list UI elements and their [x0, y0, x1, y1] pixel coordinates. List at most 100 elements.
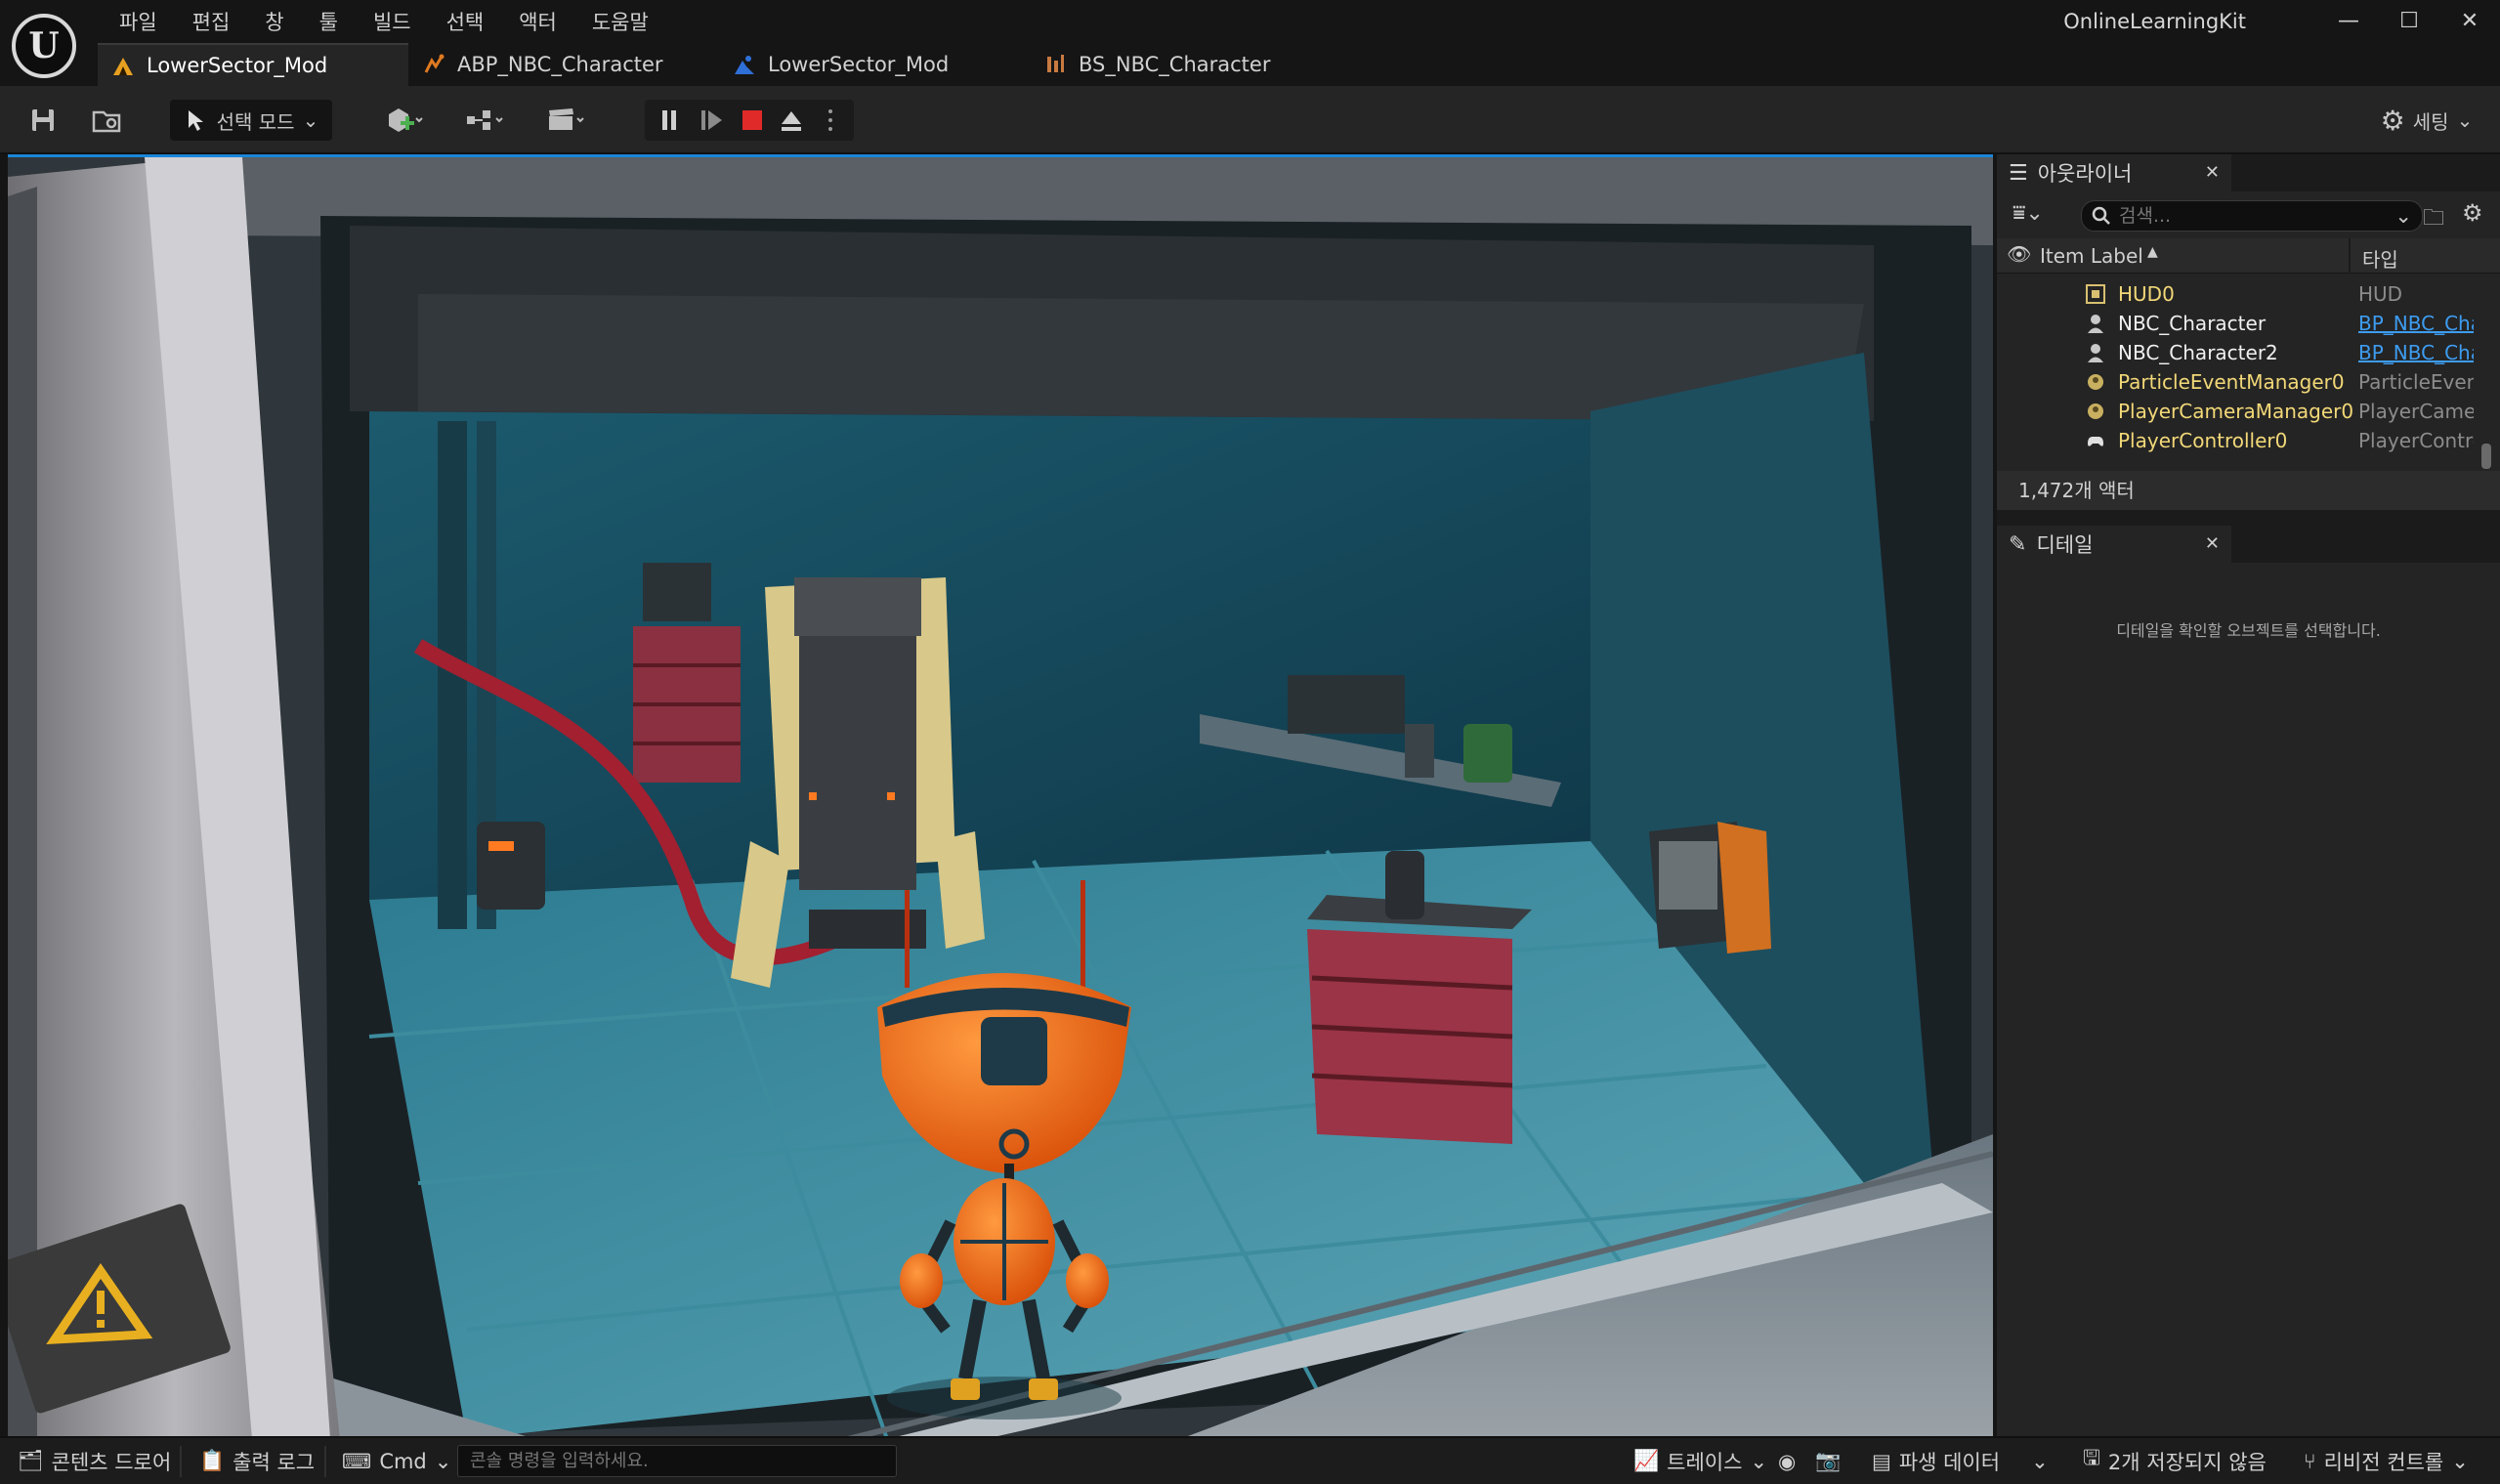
stop-icon[interactable] [742, 110, 762, 130]
content-drawer-button[interactable]: 🗂 콘텐츠 드로어 [18, 1438, 171, 1484]
cinematics-button[interactable] [535, 100, 596, 141]
row-type: HUD [2358, 282, 2403, 306]
outliner-row[interactable]: NBC_Character BP_NBC_Cha [1997, 309, 2500, 338]
close-window-button[interactable]: ✕ [2439, 0, 2500, 43]
trace-dropdown[interactable]: 📈 트레이스 ⌄ [1633, 1438, 1767, 1484]
save-icon [32, 109, 54, 131]
gear-icon[interactable]: ⚙ [2462, 199, 2483, 227]
tab-label: LowerSector_Mod [147, 54, 328, 77]
pawn-icon [2088, 344, 2103, 362]
tab-lowersector-sequence[interactable]: LowerSector_Mod [719, 43, 1030, 86]
item-label-column[interactable]: Item Label [2040, 244, 2143, 268]
frame-skip-icon[interactable] [701, 110, 722, 130]
menu-select[interactable]: 선택 [429, 6, 502, 39]
screenshot-button[interactable]: 📷 [1815, 1438, 1841, 1484]
outliner-tab[interactable]: ☰ 아웃라이너 ✕ [1997, 154, 2231, 191]
chevron-down-icon: ⌄ [1750, 1449, 1768, 1473]
minimize-button[interactable]: — [2318, 0, 2379, 43]
add-folder-icon[interactable]: 🗀 [2423, 201, 2444, 238]
save-button[interactable] [23, 100, 63, 141]
unreal-logo-icon[interactable]: U [12, 14, 76, 78]
maximize-button[interactable]: ☐ [2379, 0, 2439, 43]
tab-label: LowerSector_Mod [768, 53, 950, 76]
add-actor-button[interactable] [375, 100, 434, 141]
record-button[interactable]: ◉ [1778, 1438, 1796, 1484]
outliner-filter-row: ⩸⌄ ⌄ 🗀 ⚙ [1997, 191, 2500, 238]
right-panel-column: ☰ 아웃라이너 ✕ ⩸⌄ ⌄ 🗀 ⚙ 👁 Item Label ▲ 타입 [1997, 154, 2500, 1436]
document-tabs: LowerSector_Mod ABP_NBC_Character LowerS… [98, 43, 1340, 86]
actor-count: 1,472개 액터 [1997, 471, 2500, 510]
settings-button[interactable]: ⚙ 세팅 ⌄ [2373, 100, 2480, 141]
search-icon [2092, 206, 2110, 225]
menu-tools[interactable]: 툴 [302, 6, 356, 39]
chevron-down-icon[interactable]: ⌄ [2394, 204, 2412, 228]
menu-file[interactable]: 파일 [102, 6, 175, 39]
viewport-scene [8, 157, 1993, 1436]
divider [324, 1446, 326, 1477]
tab-lowersector-level[interactable]: LowerSector_Mod [98, 43, 408, 86]
outliner-row[interactable]: ParticleEventManager0 ParticleEvent [1997, 367, 2500, 397]
pawn-icon [2088, 315, 2103, 333]
unsaved-assets-button[interactable]: 🖫 2개 저장되지 않음 [2083, 1438, 2267, 1484]
pause-icon[interactable] [662, 110, 676, 130]
revision-control-label: 리비전 컨트롤 [2323, 1450, 2444, 1474]
menu-build[interactable]: 빌드 [356, 6, 429, 39]
revision-control-dropdown[interactable]: ⑂ 리비전 컨트롤 ⌄ [2304, 1438, 2469, 1484]
outliner-row[interactable]: NBC_Character2 BP_NBC_Cha [1997, 338, 2500, 367]
unsaved-icon: 🖫 [2083, 1446, 2100, 1469]
outliner-search-input[interactable] [2119, 205, 2373, 227]
pencil-icon: ✎ [2009, 531, 2027, 557]
main-menu: 파일 편집 창 툴 빌드 선택 액터 도움말 [102, 6, 666, 39]
content-drawer-label: 콘텐츠 드로어 [51, 1450, 172, 1474]
tab-bs-nbc-character[interactable]: BS_NBC_Character [1030, 43, 1340, 86]
trace-label: 트레이스 [1667, 1450, 1743, 1474]
divider [180, 1446, 182, 1477]
selection-mode-label: 선택 모드 [216, 109, 295, 134]
outliner-row[interactable]: PlayerCameraManager0 PlayerCamera [1997, 397, 2500, 426]
cmd-label: Cmd [379, 1449, 427, 1473]
row-type-link[interactable]: BP_NBC_Cha [2358, 312, 2474, 335]
console-command-input[interactable] [457, 1445, 897, 1477]
details-tab[interactable]: ✎ 디테일 ✕ [1997, 526, 2231, 563]
tab-abp-nbc-character[interactable]: ABP_NBC_Character [408, 43, 719, 86]
outliner-icon: ☰ [2009, 160, 2028, 186]
close-icon[interactable]: ✕ [2205, 526, 2220, 563]
menu-help[interactable]: 도움말 [574, 6, 666, 39]
outliner-panel: ⩸⌄ ⌄ 🗀 ⚙ 👁 Item Label ▲ 타입 HUD0 HUD [1997, 191, 2500, 510]
chevron-down-icon: ⌄ [434, 1449, 452, 1473]
column-divider[interactable] [2349, 238, 2351, 274]
record-icon: ◉ [1778, 1449, 1797, 1473]
folder-search-icon [92, 110, 121, 133]
unsaved-label: 2개 저장되지 않음 [2107, 1450, 2267, 1474]
cmd-dropdown[interactable]: ⌨ Cmd ⌄ [342, 1438, 451, 1484]
derived-data-dropdown[interactable]: ▤ 파생 데이터 ⌄ [1872, 1438, 2049, 1484]
menu-edit[interactable]: 편집 [175, 6, 248, 39]
blueprints-button[interactable] [455, 100, 514, 141]
selection-mode-dropdown[interactable]: 선택 모드 ⌄ [170, 100, 332, 141]
details-title: 디테일 [2036, 533, 2094, 557]
browse-button[interactable] [86, 100, 129, 141]
chevron-down-icon: ⌄ [2451, 1449, 2469, 1473]
outliner-row[interactable]: HUD0 HUD [1997, 279, 2500, 309]
blueprint-graph-icon [467, 110, 503, 130]
hud-icon [2086, 284, 2105, 304]
level-viewport[interactable] [8, 154, 1993, 1436]
outliner-scrollbar[interactable] [2481, 444, 2491, 469]
chevron-down-icon: ⌄ [2456, 108, 2474, 132]
outliner-search: ⌄ [2081, 200, 2423, 232]
menu-window[interactable]: 창 [247, 6, 301, 39]
filter-icon[interactable]: ⩸⌄ [2013, 201, 2044, 226]
outliner-row[interactable]: PlayerController0 PlayerContro [1997, 426, 2500, 455]
menu-actor[interactable]: 액터 [501, 6, 574, 39]
database-icon: ▤ [1872, 1449, 1891, 1473]
close-icon[interactable]: ✕ [2205, 154, 2220, 191]
eject-icon[interactable] [782, 111, 801, 131]
more-options-icon[interactable] [828, 109, 832, 131]
row-type: PlayerContro [2358, 429, 2474, 452]
visibility-eye-icon[interactable]: 👁 [2007, 242, 2031, 266]
actor-icon [2088, 403, 2103, 419]
type-column[interactable]: 타입 [2362, 244, 2398, 273]
output-log-button[interactable]: 📋 출력 로그 [199, 1438, 315, 1484]
row-type-link[interactable]: BP_NBC_Cha [2358, 341, 2474, 364]
camera-icon: 📷 [1815, 1449, 1842, 1472]
